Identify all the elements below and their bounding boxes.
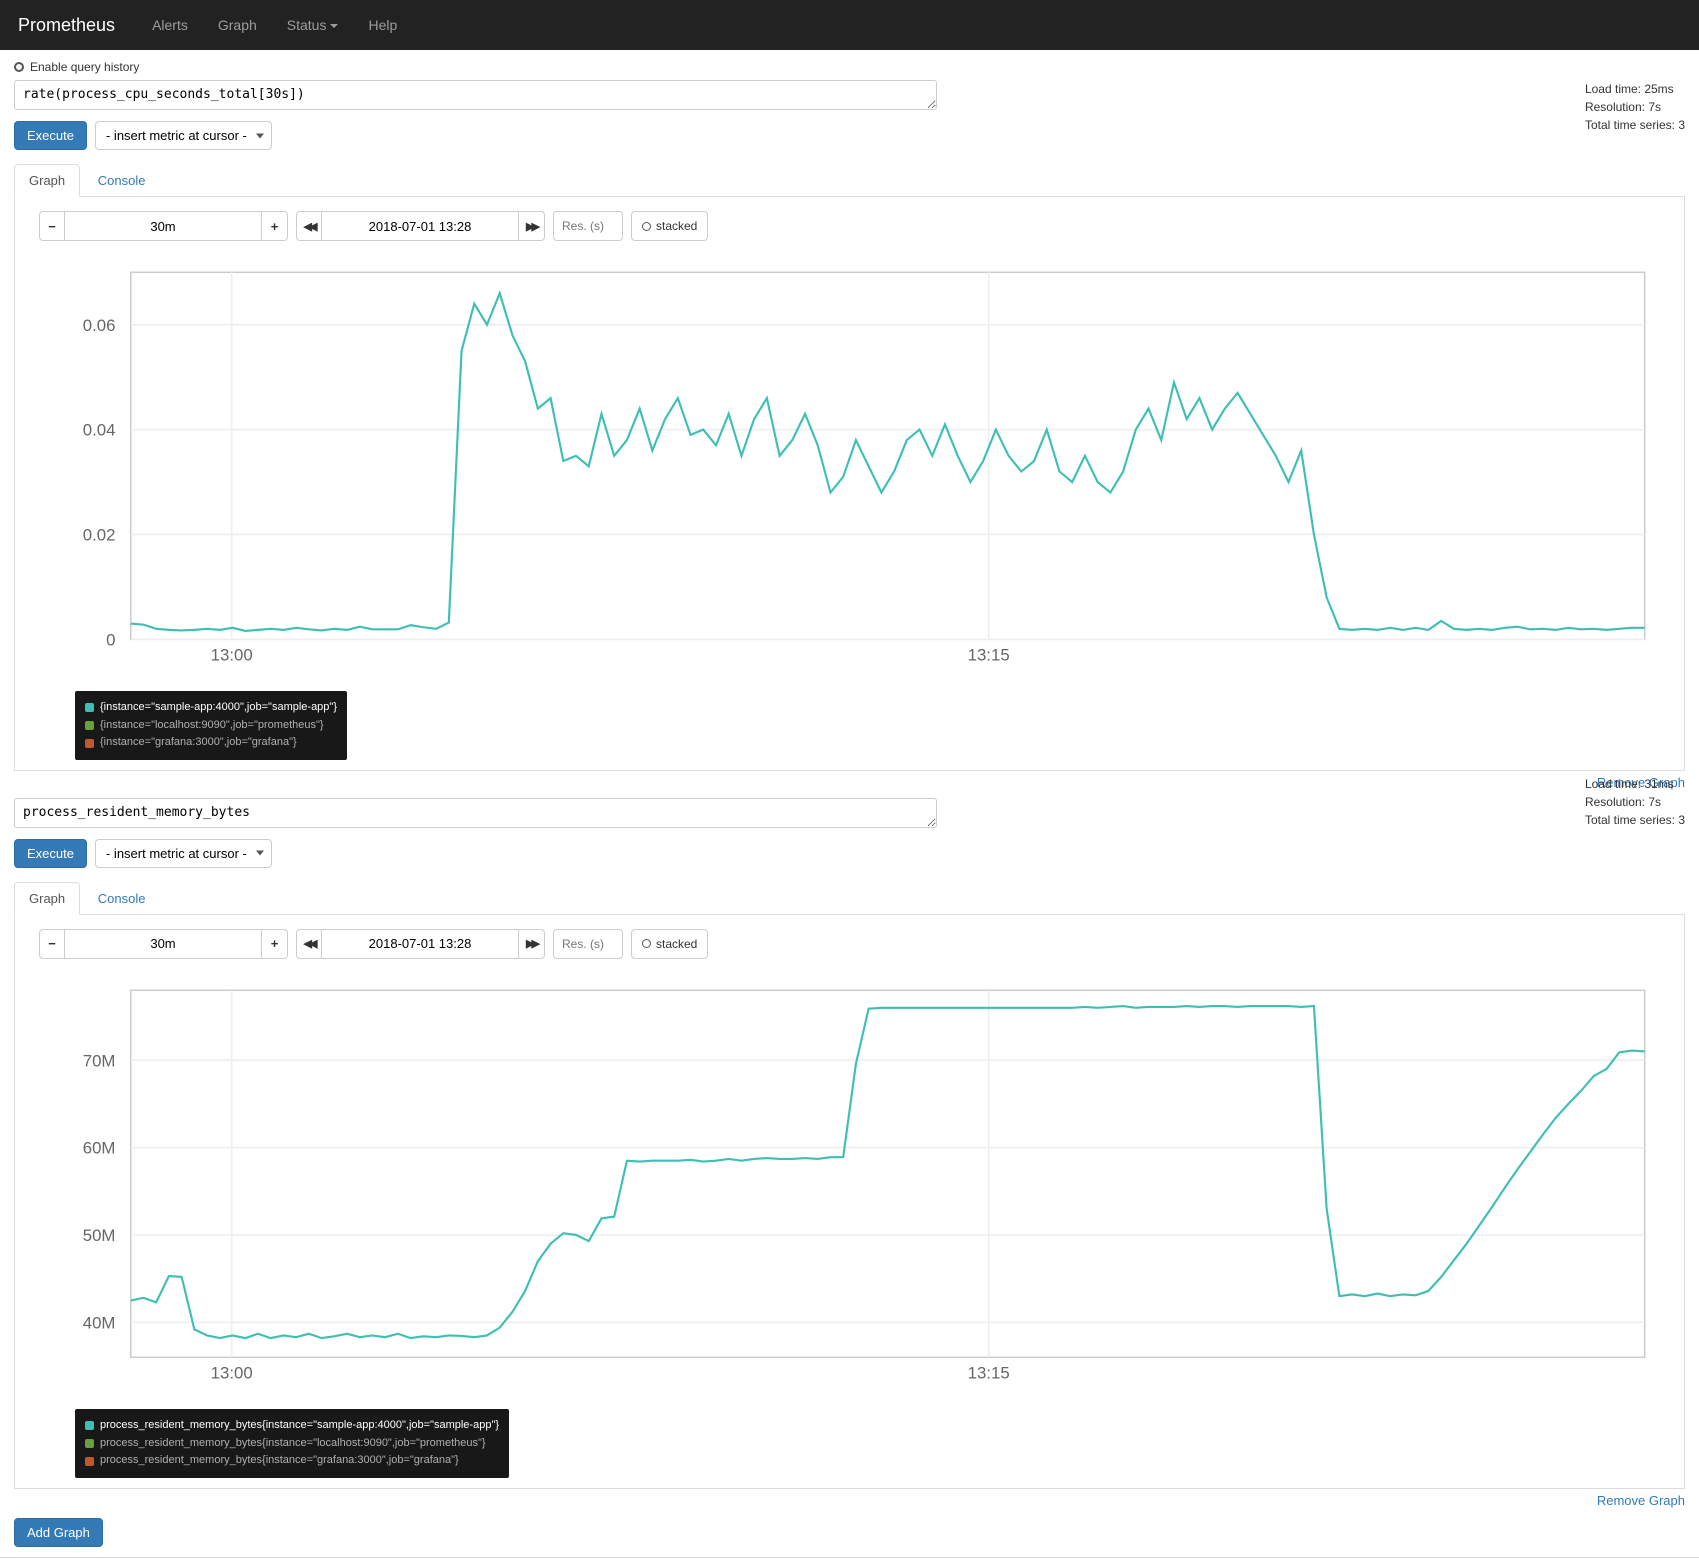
- legend-item[interactable]: process_resident_memory_bytes{instance="…: [85, 1452, 499, 1470]
- svg-text:70M: 70M: [83, 1051, 116, 1070]
- svg-text:40M: 40M: [83, 1313, 116, 1332]
- nav-graph[interactable]: Graph: [203, 17, 272, 33]
- legend-label: {instance="grafana:3000",job="grafana"}: [100, 734, 297, 752]
- time-input[interactable]: [322, 211, 519, 241]
- stacked-toggle[interactable]: stacked: [631, 211, 708, 241]
- radio-icon: [14, 62, 24, 72]
- range-decrease-button[interactable]: −: [39, 929, 65, 959]
- execute-button[interactable]: Execute: [14, 121, 87, 150]
- query-stats: Load time: 31ms Resolution: 7s Total tim…: [1585, 775, 1685, 829]
- svg-text:50M: 50M: [83, 1226, 116, 1245]
- time-forward-button[interactable]: ▶▶: [519, 211, 545, 241]
- stat-resolution: Resolution: 7s: [1585, 793, 1685, 811]
- legend-label: process_resident_memory_bytes{instance="…: [100, 1452, 459, 1470]
- resolution-input[interactable]: [553, 211, 623, 241]
- rewind-icon: ◀◀: [304, 220, 315, 233]
- legend: process_resident_memory_bytes{instance="…: [75, 1409, 509, 1478]
- stat-series: Total time series: 3: [1585, 116, 1685, 134]
- legend-label: process_resident_memory_bytes{instance="…: [100, 1417, 499, 1435]
- range-decrease-button[interactable]: −: [39, 211, 65, 241]
- svg-text:13:00: 13:00: [211, 1364, 253, 1383]
- expression-input[interactable]: rate(process_cpu_seconds_total[30s]): [14, 80, 937, 110]
- legend-item[interactable]: {instance="grafana:3000",job="grafana"}: [85, 734, 337, 752]
- chart: 0 0.02 0.04 0.06 13:00 13:15: [39, 257, 1660, 685]
- forward-icon: ▶▶: [526, 220, 537, 233]
- svg-text:0.06: 0.06: [83, 316, 116, 335]
- legend-item[interactable]: process_resident_memory_bytes{instance="…: [85, 1417, 499, 1435]
- enable-history-label: Enable query history: [30, 60, 139, 74]
- result-tabs: Graph Console: [14, 164, 1685, 197]
- tab-console[interactable]: Console: [84, 883, 160, 914]
- execute-button[interactable]: Execute: [14, 839, 87, 868]
- legend-swatch: [85, 703, 94, 712]
- range-increase-button[interactable]: +: [262, 929, 288, 959]
- tab-graph[interactable]: Graph: [14, 882, 80, 915]
- enable-history-toggle[interactable]: Enable query history: [14, 60, 1685, 74]
- time-group: ◀◀ ▶▶: [296, 929, 545, 959]
- add-graph-button[interactable]: Add Graph: [14, 1518, 103, 1547]
- radio-icon: [642, 939, 651, 948]
- stat-load-time: Load time: 25ms: [1585, 80, 1685, 98]
- nav-status[interactable]: Status: [272, 17, 354, 33]
- svg-text:0.02: 0.02: [83, 526, 116, 545]
- brand[interactable]: Prometheus: [18, 15, 115, 36]
- metric-select[interactable]: - insert metric at cursor -: [95, 121, 272, 150]
- resolution-input[interactable]: [553, 929, 623, 959]
- time-back-button[interactable]: ◀◀: [296, 211, 322, 241]
- svg-text:13:15: 13:15: [968, 646, 1010, 665]
- range-increase-button[interactable]: +: [262, 211, 288, 241]
- svg-text:13:00: 13:00: [211, 646, 253, 665]
- legend-swatch: [85, 721, 94, 730]
- range-input[interactable]: [65, 929, 262, 959]
- stacked-toggle[interactable]: stacked: [631, 929, 708, 959]
- legend-label: {instance="localhost:9090",job="promethe…: [100, 717, 324, 735]
- navbar: Prometheus Alerts Graph Status Help: [0, 0, 1699, 50]
- svg-text:0: 0: [106, 630, 115, 649]
- time-back-button[interactable]: ◀◀: [296, 929, 322, 959]
- rewind-icon: ◀◀: [304, 937, 315, 950]
- legend-swatch: [85, 1457, 94, 1466]
- svg-text:0.04: 0.04: [83, 421, 116, 440]
- tab-console[interactable]: Console: [84, 165, 160, 196]
- query-stats: Load time: 25ms Resolution: 7s Total tim…: [1585, 80, 1685, 134]
- stat-load-time: Load time: 31ms: [1585, 775, 1685, 793]
- result-tabs: Graph Console: [14, 882, 1685, 915]
- expression-input[interactable]: process_resident_memory_bytes: [14, 798, 937, 828]
- legend: {instance="sample-app:4000",job="sample-…: [75, 691, 347, 760]
- time-group: ◀◀ ▶▶: [296, 211, 545, 241]
- range-group: − +: [39, 929, 288, 959]
- legend-swatch: [85, 739, 94, 748]
- forward-icon: ▶▶: [526, 937, 537, 950]
- svg-text:13:15: 13:15: [968, 1364, 1010, 1383]
- legend-swatch: [85, 1421, 94, 1430]
- metric-select[interactable]: - insert metric at cursor -: [95, 839, 272, 868]
- legend-item[interactable]: process_resident_memory_bytes{instance="…: [85, 1435, 499, 1453]
- svg-text:60M: 60M: [83, 1139, 116, 1158]
- stat-series: Total time series: 3: [1585, 811, 1685, 829]
- radio-icon: [642, 222, 651, 231]
- legend-item[interactable]: {instance="localhost:9090",job="promethe…: [85, 717, 337, 735]
- legend-label: {instance="sample-app:4000",job="sample-…: [100, 699, 337, 717]
- chart: 40M 50M 60M 70M 13:00 13:15: [39, 975, 1660, 1403]
- range-input[interactable]: [65, 211, 262, 241]
- legend-swatch: [85, 1439, 94, 1448]
- legend-label: process_resident_memory_bytes{instance="…: [100, 1435, 486, 1453]
- stat-resolution: Resolution: 7s: [1585, 98, 1685, 116]
- range-group: − +: [39, 211, 288, 241]
- time-forward-button[interactable]: ▶▶: [519, 929, 545, 959]
- chevron-down-icon: [330, 24, 338, 28]
- nav-alerts[interactable]: Alerts: [137, 17, 203, 33]
- time-input[interactable]: [322, 929, 519, 959]
- remove-graph-link[interactable]: Remove Graph: [1597, 1493, 1685, 1508]
- nav-help[interactable]: Help: [353, 17, 412, 33]
- legend-item[interactable]: {instance="sample-app:4000",job="sample-…: [85, 699, 337, 717]
- tab-graph[interactable]: Graph: [14, 164, 80, 197]
